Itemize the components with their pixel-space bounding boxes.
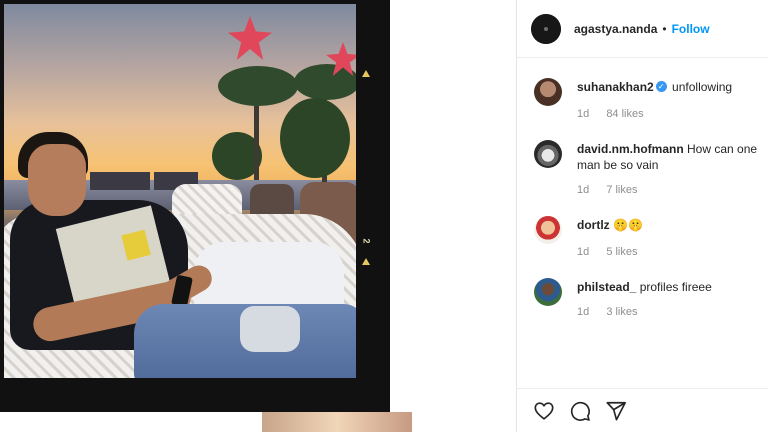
action-bar xyxy=(517,388,768,432)
tree xyxy=(280,98,350,178)
separator-dot: • xyxy=(662,21,667,36)
star-lantern xyxy=(228,16,272,60)
comment-username[interactable]: dortlz xyxy=(577,218,610,232)
comment-time: 1d xyxy=(577,184,590,196)
comment-username[interactable]: david.nm.hofmann xyxy=(577,142,684,156)
share-icon[interactable] xyxy=(605,400,627,422)
film-edge-triangle xyxy=(362,70,370,77)
comment-body: suhanakhan2 ✓ unfollowing xyxy=(577,79,763,95)
roof xyxy=(90,172,150,190)
commenter-avatar[interactable] xyxy=(534,278,562,306)
background-strip xyxy=(262,412,412,432)
comment-body: philstead_ profiles fireee xyxy=(577,279,763,295)
comment-meta: 1d 84 likes xyxy=(577,108,658,120)
comment-meta: 1d 5 likes xyxy=(577,246,652,258)
comment-likes[interactable]: 5 likes xyxy=(606,246,637,258)
comment-likes[interactable]: 7 likes xyxy=(606,184,637,196)
comment-meta: 1d 3 likes xyxy=(577,306,652,318)
owner-avatar-image xyxy=(531,13,561,44)
comment-username[interactable]: philstead_ xyxy=(577,280,636,294)
commenter-avatar[interactable] xyxy=(534,78,562,106)
comment-time: 1d xyxy=(577,108,590,120)
follow-button[interactable]: Follow xyxy=(672,22,710,36)
palm-leaves xyxy=(218,66,298,106)
heart-icon[interactable] xyxy=(533,400,555,422)
post-media-area: 2 xyxy=(0,0,516,432)
comment-text: profiles fireee xyxy=(639,280,712,294)
owner-avatar[interactable] xyxy=(531,13,561,44)
comment-text: 🤫🤫 xyxy=(613,218,643,232)
comment-icon[interactable] xyxy=(569,400,591,422)
comment-text: unfollowing xyxy=(672,80,733,94)
comment-body: dortlz 🤫🤫 xyxy=(577,217,763,233)
verified-badge-icon: ✓ xyxy=(655,81,667,93)
film-frame: 2 xyxy=(0,0,390,412)
comment-likes[interactable]: 84 likes xyxy=(606,108,643,120)
post-header: agastya.nanda • Follow xyxy=(517,0,768,58)
post-photo[interactable] xyxy=(4,4,356,378)
person-shoe xyxy=(240,306,300,352)
comment-time: 1d xyxy=(577,306,590,318)
comment-time: 1d xyxy=(577,246,590,258)
comment-meta: 1d 7 likes xyxy=(577,184,652,196)
commenter-avatar[interactable] xyxy=(534,140,562,168)
comment-username[interactable]: suhanakhan2 xyxy=(577,80,654,94)
film-edge-triangle xyxy=(362,258,370,265)
person-face xyxy=(28,144,86,216)
post-side-panel: agastya.nanda • Follow suhanakhan2 ✓ unfo… xyxy=(516,0,768,432)
commenter-avatar[interactable] xyxy=(534,216,562,244)
comment-body: david.nm.hofmann How can one man be so v… xyxy=(577,141,763,173)
comment-likes[interactable]: 3 likes xyxy=(606,306,637,318)
owner-username[interactable]: agastya.nanda xyxy=(574,22,657,36)
film-edge-number: 2 xyxy=(361,238,372,244)
